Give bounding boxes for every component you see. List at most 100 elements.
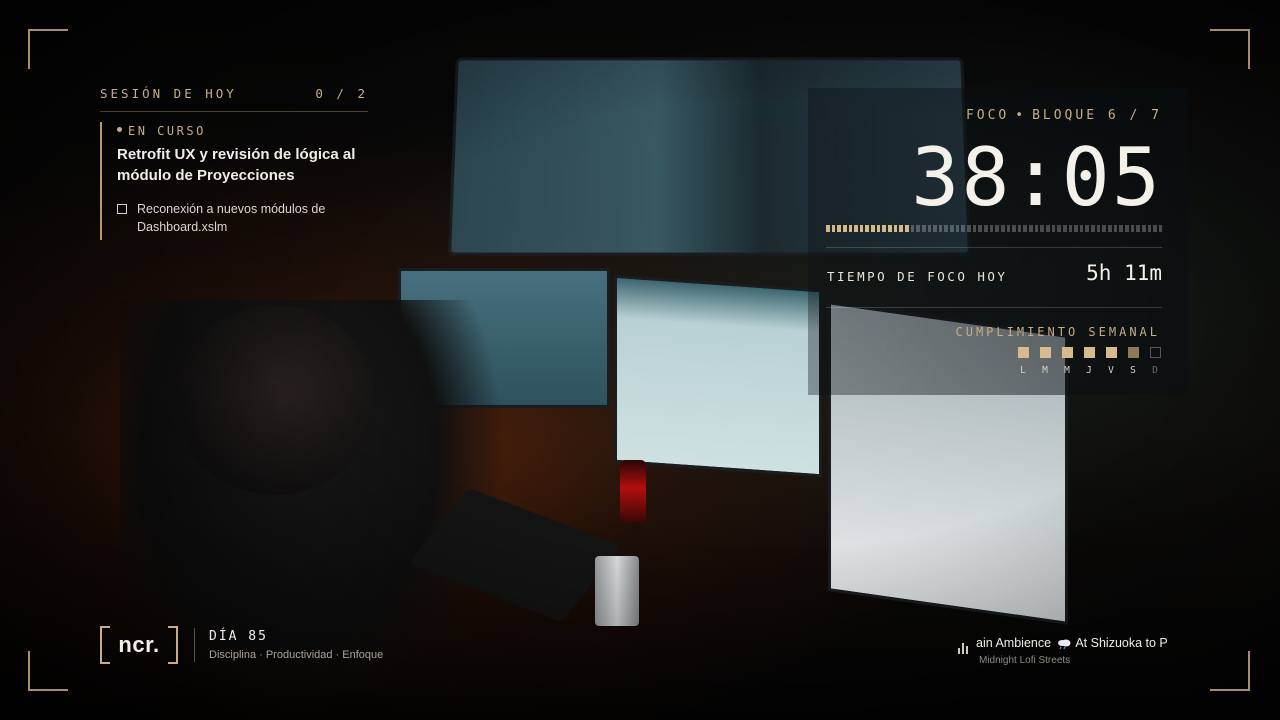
weekday: L [1017, 347, 1029, 376]
weekday-letter: M [1064, 365, 1070, 376]
focus-timer: 38:05 [911, 131, 1162, 224]
weekday-letter: J [1086, 365, 1092, 376]
weekday-letter: L [1020, 365, 1026, 376]
frame-corner-top-right [1210, 29, 1250, 69]
divider [826, 247, 1162, 248]
session-count: 0 / 2 [315, 86, 368, 101]
progress-segment [1119, 225, 1123, 232]
divider [194, 628, 195, 662]
subtask-label: Reconexión a nuevos módulos de Dashboard… [137, 202, 326, 234]
progress-segment [826, 225, 830, 232]
progress-segment [1006, 225, 1011, 232]
progress-segment [1108, 225, 1112, 232]
progress-segment [967, 225, 971, 232]
progress-segment [1057, 225, 1061, 232]
progress-segment [1141, 225, 1146, 232]
weekday: M [1039, 347, 1051, 376]
session-header: SESIÓN DE HOY 0 / 2 [100, 86, 368, 112]
equalizer-icon [958, 642, 968, 654]
progress-segment [1074, 225, 1078, 232]
weekday: V [1105, 347, 1117, 376]
progress-segment [904, 225, 909, 232]
weekday-status [1039, 347, 1051, 358]
status-dot-icon [117, 127, 122, 132]
progress-segment [938, 225, 943, 232]
weekday-letter: V [1108, 365, 1114, 376]
track-title: ain Ambience At Shizuoka to P [976, 636, 1168, 650]
progress-segment [995, 225, 999, 232]
brand-footer: ncr. DÍA 85 Disciplina · Productividad ·… [100, 626, 383, 664]
progress-segment [1051, 225, 1056, 232]
focus-today-label: TIEMPO DE FOCO HOY [827, 269, 1008, 284]
frame-corner-bottom-right [1210, 651, 1250, 691]
weekly-compliance-label: CUMPLIMIENTO SEMANAL [955, 325, 1160, 339]
progress-segment [1096, 225, 1101, 232]
weekday: D [1149, 347, 1161, 376]
progress-segment [899, 225, 903, 232]
progress-segment [916, 225, 920, 232]
progress-segment [972, 225, 977, 232]
weekday: S [1127, 347, 1139, 376]
day-info: DÍA 85 Disciplina · Productividad · Enfo… [209, 629, 383, 661]
weekday-letter: S [1130, 365, 1136, 376]
status-text: EN CURSO [128, 124, 206, 138]
current-task-block: EN CURSO Retrofit UX y revisión de lógic… [100, 122, 368, 240]
focus-label: FOCO [965, 108, 1010, 123]
progress-segment [1012, 225, 1016, 232]
weekly-compliance-tracker: LMMJVSD [1017, 347, 1161, 376]
status-line: EN CURSO [117, 124, 368, 138]
progress-segment [842, 225, 847, 232]
track-artist: Midnight Lofi Streets [979, 655, 1071, 666]
ncr-logo: ncr. [100, 626, 178, 664]
progress-segment [1034, 225, 1039, 232]
progress-segment [831, 225, 836, 232]
progress-segment [978, 225, 982, 232]
rain-cloud-icon [1057, 639, 1071, 649]
progress-segment [1102, 225, 1107, 232]
progress-segment [1158, 225, 1163, 232]
progress-segment [1045, 225, 1050, 232]
progress-segment [944, 225, 949, 232]
logo-text: ncr. [118, 632, 160, 657]
progress-segment [854, 225, 858, 232]
weekday-status [1149, 347, 1161, 358]
progress-segment [837, 225, 841, 232]
progress-segment [1113, 225, 1118, 232]
progress-segment [1153, 225, 1157, 232]
progress-segment [983, 225, 988, 232]
progress-segment [927, 225, 932, 232]
progress-segment [1130, 225, 1135, 232]
block-label: BLOQUE 6 / 7 [1032, 108, 1162, 123]
subtask-checkbox[interactable] [117, 204, 127, 214]
progress-segment [1040, 225, 1044, 232]
progress-segment [865, 225, 870, 232]
progress-segment [1079, 225, 1084, 232]
progress-segment [955, 225, 960, 232]
progress-segment [859, 225, 864, 232]
progress-segment [950, 225, 954, 232]
progress-segment [921, 225, 926, 232]
day-counter: DÍA 85 [209, 629, 268, 644]
weekday-status [1105, 347, 1117, 358]
progress-segment [1136, 225, 1140, 232]
tagline: Disciplina · Productividad · Enfoque [209, 649, 384, 661]
weekday: M [1061, 347, 1073, 376]
progress-segment [876, 225, 881, 232]
weekday-status [1017, 347, 1029, 358]
progress-segment [1000, 225, 1005, 232]
frame-corner-top-left [28, 29, 68, 69]
progress-segment [1147, 225, 1152, 232]
weekday-status [1127, 347, 1139, 358]
progress-segment [893, 225, 898, 232]
weekday-status [1061, 347, 1073, 358]
frame-corner-bottom-left [28, 651, 68, 691]
focus-progress-bar [826, 225, 1163, 232]
subtask-item[interactable]: Reconexión a nuevos módulos de Dashboard… [117, 200, 368, 236]
weekday-status [1083, 347, 1095, 358]
now-playing[interactable]: ain Ambience At Shizuoka to P Midnight L… [958, 636, 1180, 666]
progress-segment [1017, 225, 1022, 232]
progress-segment [882, 225, 887, 232]
progress-segment [1029, 225, 1033, 232]
progress-segment [1124, 225, 1129, 232]
progress-segment [1068, 225, 1073, 232]
